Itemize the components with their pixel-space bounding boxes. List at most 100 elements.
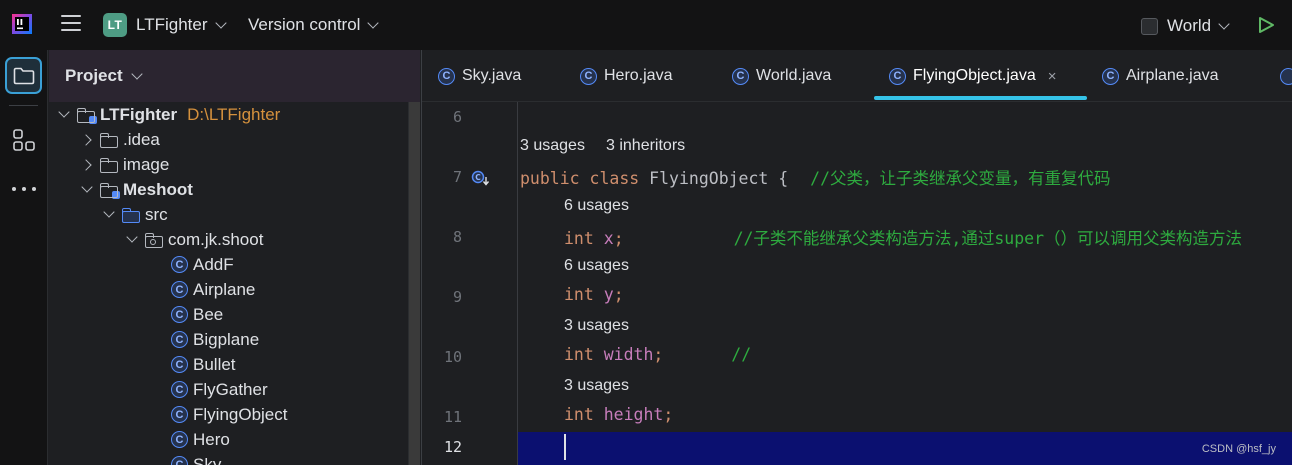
tree-node-class[interactable]: C FlyingObject	[49, 402, 407, 427]
editor-gutter: 6 7 8 9 10 11 12	[422, 102, 518, 465]
line-number: 9	[452, 288, 462, 306]
chevron-down-icon	[130, 67, 143, 80]
usages-hint[interactable]: 3 usages	[564, 377, 629, 395]
run-config-label: World	[1167, 16, 1212, 35]
usages-hint[interactable]: 6 usages	[564, 197, 629, 215]
version-control-label: Version control	[248, 15, 361, 34]
class-icon: C	[732, 67, 749, 85]
tree-label: Bee	[193, 304, 224, 324]
chevron-down-icon[interactable]	[126, 231, 138, 245]
hamburger-menu-icon[interactable]	[61, 15, 81, 35]
tree-label: LTFighter	[100, 104, 178, 124]
chevron-right-icon[interactable]	[79, 158, 92, 171]
field-name: width	[603, 345, 654, 364]
class-icon: C	[171, 406, 188, 423]
module-icon	[77, 107, 97, 124]
keyword: int	[564, 229, 594, 248]
tree-node-ltfighter[interactable]: LTFighter D:\LTFighter	[49, 102, 407, 127]
panel-title: Project	[65, 66, 123, 85]
structure-tool-icon[interactable]	[12, 128, 36, 152]
comment: //	[731, 345, 752, 364]
usages-hint[interactable]: 3 usages	[564, 317, 629, 335]
tree-node-package[interactable]: com.jk.shoot	[49, 227, 407, 252]
tree-node-class[interactable]: C Bee	[49, 302, 407, 327]
chevron-down-icon[interactable]	[58, 106, 70, 120]
tree-label: image	[123, 154, 170, 174]
tree-label: FlyingObject	[193, 404, 288, 424]
class-icon: C	[889, 67, 906, 85]
project-switcher[interactable]: LT LTFighter	[103, 13, 227, 37]
class-icon: C	[171, 431, 188, 448]
editor-tab-bar: C Sky.java C Hero.java C World.java C Fl…	[422, 50, 1292, 102]
tree-label: src	[145, 204, 168, 224]
implemented-method-gutter-icon[interactable]: C	[471, 169, 491, 187]
tab-flyingobject[interactable]: C FlyingObject.java ×	[889, 50, 1057, 101]
inheritors-hint[interactable]: 3 inheritors	[606, 137, 685, 155]
chevron-down-icon[interactable]	[81, 181, 93, 195]
folder-icon	[100, 157, 118, 173]
tree-node-src[interactable]: src	[49, 202, 407, 227]
tree-label: Sky	[193, 454, 222, 465]
chevron-down-icon[interactable]	[103, 206, 115, 220]
tree-scrollbar[interactable]	[408, 102, 420, 465]
line-number: 6	[452, 108, 462, 126]
tree-node-class[interactable]: C AddF	[49, 252, 407, 277]
text-caret	[564, 434, 566, 460]
run-icon[interactable]	[1257, 16, 1275, 34]
project-tool-button[interactable]	[5, 57, 42, 94]
intellij-logo-icon[interactable]	[12, 14, 32, 34]
chevron-down-icon	[214, 16, 227, 29]
semicolon: ;	[613, 229, 624, 248]
project-panel-header[interactable]: Project	[49, 50, 420, 102]
code-line-8: int x; //子类不能继承父类构造方法,通过super（）可以调用父类构造方…	[564, 225, 1242, 249]
close-icon[interactable]: ×	[1048, 68, 1057, 85]
tab-overflow[interactable]	[1280, 50, 1292, 101]
usages-hint[interactable]: 3 usages	[520, 137, 585, 155]
more-tools-icon[interactable]	[12, 177, 36, 201]
line-number: 7	[452, 168, 462, 186]
class-icon	[1280, 67, 1292, 85]
field-name: y	[603, 285, 614, 304]
tree-label: com.jk.shoot	[168, 229, 264, 249]
tab-sky[interactable]: C Sky.java	[438, 50, 521, 101]
tab-hero[interactable]: C Hero.java	[580, 50, 672, 101]
class-icon: C	[171, 256, 188, 273]
tree-label: Bullet	[193, 354, 236, 374]
project-panel: Project LTFighter D:\LTFighter .idea ima…	[49, 50, 421, 465]
tree-node-class[interactable]: C Bullet	[49, 352, 407, 377]
tool-window-strip	[0, 50, 48, 465]
project-name: LTFighter	[136, 15, 208, 34]
tree-node-class[interactable]: C FlyGather	[49, 377, 407, 402]
field-name: height	[603, 405, 664, 424]
tab-airplane[interactable]: C Airplane.java	[1102, 50, 1219, 101]
usages-hint[interactable]: 6 usages	[564, 257, 629, 275]
version-control-menu[interactable]: Version control	[248, 13, 380, 37]
keyword: class	[589, 169, 640, 188]
folder-icon	[100, 132, 118, 148]
class-icon: C	[171, 281, 188, 298]
line-number: 11	[443, 408, 462, 426]
chevron-right-icon[interactable]	[79, 133, 92, 146]
class-name: FlyingObject {	[649, 169, 789, 188]
run-configuration-selector[interactable]: World	[1141, 14, 1230, 38]
class-icon: C	[438, 67, 455, 85]
tree-node-class[interactable]: C Hero	[49, 427, 407, 452]
tree-node-class[interactable]: C Airplane	[49, 277, 407, 302]
run-config-icon	[1141, 17, 1158, 35]
code-area[interactable]: 3 usages 3 inheritors public class Flyin…	[519, 102, 1292, 465]
semicolon: ;	[653, 345, 664, 364]
project-tool-icon	[13, 67, 34, 84]
tree-node-class[interactable]: C Bigplane	[49, 327, 407, 352]
semicolon: ;	[613, 285, 624, 304]
tree-node-class[interactable]: C Sky	[49, 452, 407, 465]
tree-label: AddF	[193, 254, 234, 274]
class-icon: C	[171, 381, 188, 398]
tree-node-idea[interactable]: .idea	[49, 127, 407, 152]
tab-world[interactable]: C World.java	[732, 50, 832, 101]
tree-node-meshoot[interactable]: Meshoot	[49, 177, 407, 202]
source-folder-icon	[122, 207, 140, 223]
package-icon	[145, 232, 163, 248]
tree-node-image[interactable]: image	[49, 152, 407, 177]
keyword: public	[520, 169, 580, 188]
tab-label: World.java	[756, 67, 832, 84]
